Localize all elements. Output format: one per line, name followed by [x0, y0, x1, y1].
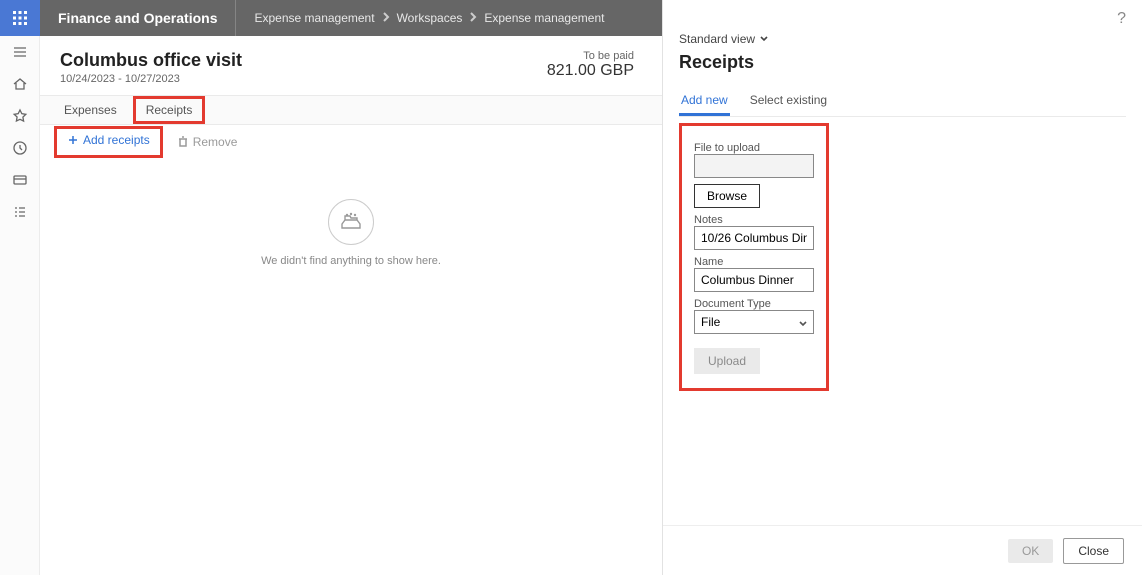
upload-button[interactable]: Upload: [694, 348, 760, 374]
chevron-down-icon: [759, 34, 769, 44]
panel-tabs: Add new Select existing: [679, 87, 1126, 117]
app-launcher-icon[interactable]: [0, 0, 40, 36]
breadcrumb-item[interactable]: Workspaces: [397, 11, 463, 25]
breadcrumb: Expense management Workspaces Expense ma…: [236, 11, 604, 25]
breadcrumb-item[interactable]: Expense management: [254, 11, 374, 25]
name-input[interactable]: [694, 268, 814, 292]
close-button[interactable]: Close: [1063, 538, 1124, 564]
file-label: File to upload: [694, 142, 814, 154]
star-icon[interactable]: [0, 100, 40, 132]
add-receipts-button[interactable]: Add receipts: [67, 133, 150, 147]
hamburger-icon[interactable]: [0, 36, 40, 68]
panel-title: Receipts: [679, 52, 1126, 73]
view-selector[interactable]: Standard view: [679, 32, 769, 46]
notes-label: Notes: [694, 214, 814, 226]
amount-value: 821.00 GBP: [547, 62, 634, 80]
recent-icon[interactable]: [0, 132, 40, 164]
tabs-row: Expenses Receipts: [40, 95, 662, 125]
file-input[interactable]: [694, 154, 814, 178]
panel-tab-add-new[interactable]: Add new: [679, 87, 730, 116]
help-icon[interactable]: ?: [1117, 10, 1126, 28]
doctype-select[interactable]: File: [694, 310, 814, 334]
page-header: Columbus office visit 10/24/2023 - 10/27…: [40, 36, 662, 95]
breadcrumb-item[interactable]: Expense management: [484, 11, 604, 25]
chevron-right-icon: [468, 11, 478, 25]
amount-label: To be paid: [547, 50, 634, 62]
left-nav-rail: [0, 0, 40, 575]
action-row: Add receipts Remove: [40, 125, 662, 159]
top-bar: Finance and Operations Expense managemen…: [40, 0, 662, 36]
upload-form: File to upload Browse Notes Name Documen…: [679, 123, 829, 391]
panel-tab-select-existing[interactable]: Select existing: [748, 87, 829, 116]
ok-button[interactable]: OK: [1008, 539, 1053, 563]
card-icon[interactable]: [0, 164, 40, 196]
add-receipts-label: Add receipts: [83, 133, 150, 147]
tab-expenses[interactable]: Expenses: [54, 99, 127, 121]
notes-input[interactable]: [694, 226, 814, 250]
name-label: Name: [694, 256, 814, 268]
doctype-label: Document Type: [694, 298, 814, 310]
browse-button[interactable]: Browse: [694, 184, 760, 208]
page-title: Columbus office visit: [60, 50, 547, 71]
chevron-right-icon: [381, 11, 391, 25]
remove-button[interactable]: Remove: [177, 135, 238, 149]
remove-label: Remove: [193, 135, 238, 149]
empty-state: We didn't find anything to show here.: [40, 159, 662, 575]
receipts-panel: ? Standard view Receipts Add new Select …: [662, 0, 1142, 575]
panel-footer: OK Close: [663, 525, 1142, 575]
list-icon[interactable]: [0, 196, 40, 228]
empty-folder-icon: [328, 199, 374, 245]
app-title: Finance and Operations: [40, 0, 236, 36]
date-range: 10/24/2023 - 10/27/2023: [60, 73, 547, 85]
empty-text: We didn't find anything to show here.: [261, 255, 441, 267]
home-icon[interactable]: [0, 68, 40, 100]
tab-receipts[interactable]: Receipts: [133, 96, 206, 124]
view-label: Standard view: [679, 32, 755, 46]
